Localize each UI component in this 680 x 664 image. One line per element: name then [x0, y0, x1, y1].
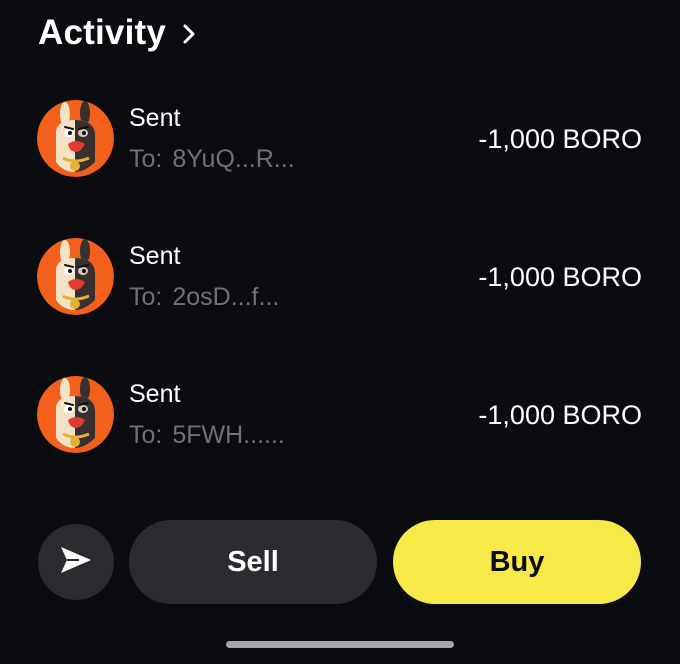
address-value: 5FWH...... [172, 421, 285, 449]
activity-type: Sent [129, 104, 181, 132]
recipient-address: To: 2osD...f... [129, 283, 279, 312]
activity-header[interactable]: Activity [38, 10, 198, 56]
token-avatar-icon [37, 238, 114, 315]
to-label: To: [129, 145, 163, 173]
chevron-right-icon [180, 24, 198, 44]
activity-type: Sent [129, 380, 181, 408]
address-value: 8YuQ...R... [172, 145, 295, 173]
list-item[interactable]: Sent To: 5FWH...... -1,000 BORO [0, 376, 680, 472]
to-label: To: [129, 283, 163, 311]
token-avatar-icon [37, 376, 114, 453]
amount-value: -1,000 BORO [478, 400, 642, 430]
recipient-address: To: 8YuQ...R... [129, 145, 295, 174]
list-item[interactable]: Sent To: 2osD...f... -1,000 BORO [0, 238, 680, 334]
address-value: 2osD...f... [172, 283, 280, 311]
activity-type: Sent [129, 242, 181, 270]
send-button[interactable] [38, 524, 114, 600]
amount-value: -1,000 BORO [478, 262, 642, 292]
home-indicator[interactable] [226, 641, 454, 648]
recipient-address: To: 5FWH...... [129, 421, 285, 450]
send-icon [59, 545, 93, 580]
page-title: Activity [38, 13, 167, 52]
token-avatar-icon [37, 100, 114, 177]
amount-value: -1,000 BORO [478, 124, 642, 154]
buy-button[interactable]: Buy [393, 520, 641, 604]
to-label: To: [129, 421, 163, 449]
sell-button[interactable]: Sell [129, 520, 377, 604]
list-item[interactable]: Sent To: 8YuQ...R... -1,000 BORO [0, 100, 680, 196]
